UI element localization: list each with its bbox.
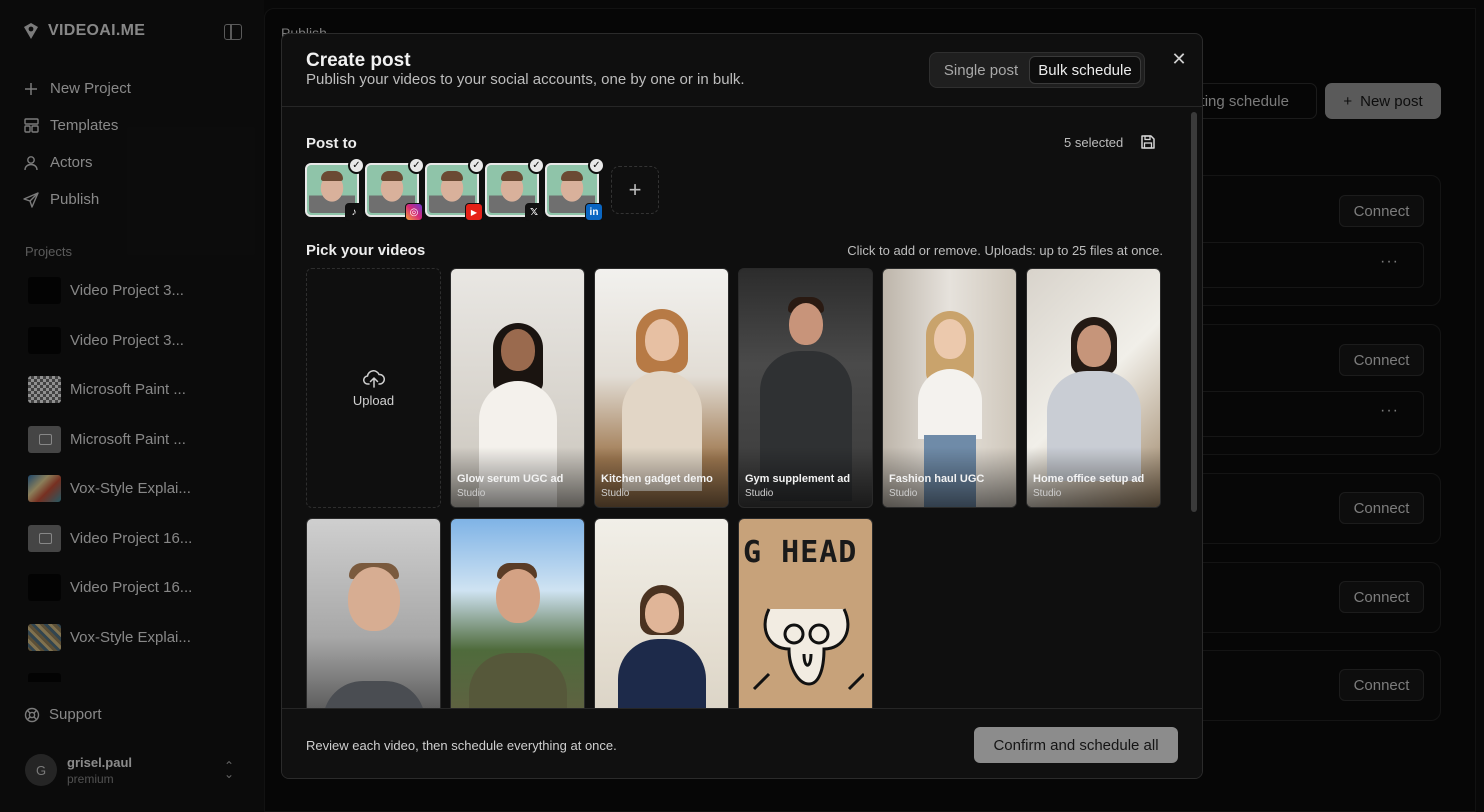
thumbnail-head <box>495 569 540 623</box>
modal-scrollbar[interactable] <box>1191 112 1197 512</box>
video-tile[interactable] <box>306 518 441 708</box>
video-source: Studio <box>457 488 486 499</box>
close-icon[interactable]: ✕ <box>1170 50 1188 68</box>
video-tile[interactable]: Kitchen gadget demo Studio <box>594 268 729 508</box>
create-post-modal: Create post Publish your videos to your … <box>281 33 1203 779</box>
video-tile[interactable]: Gym supplement ad Studio <box>738 268 873 508</box>
cloud-upload-icon <box>362 369 385 388</box>
video-tile[interactable]: Fashion haul UGC Studio <box>882 268 1017 508</box>
video-tile[interactable] <box>450 518 585 708</box>
instagram-icon: ◎ <box>405 203 423 221</box>
thumbnail-head <box>933 319 966 359</box>
check-icon: ✓ <box>408 157 425 174</box>
upload-label: Upload <box>352 392 395 408</box>
video-source: Studio <box>1033 488 1062 499</box>
thumbnail-torso <box>617 639 706 708</box>
video-grid: Upload Glow serum UGC ad Studio Kitchen … <box>306 268 1161 708</box>
video-caption: Fashion haul UGC Studio <box>889 473 984 499</box>
video-source: Studio <box>889 488 918 499</box>
account-x[interactable]: ✓ 𝕏 <box>485 157 545 221</box>
thumbnail-art-text: G HEAD <box>743 535 858 570</box>
account-instagram[interactable]: ✓ ◎ <box>365 157 425 221</box>
thumbnail-head <box>347 567 400 631</box>
video-tile[interactable]: Home office setup ad Studio <box>1026 268 1161 508</box>
video-title: Kitchen gadget demo <box>601 473 713 485</box>
video-tile[interactable]: Glow serum UGC ad Studio <box>450 268 585 508</box>
modal-title: Create post <box>306 50 411 71</box>
thumbnail-head <box>788 303 823 345</box>
doodle-art-icon <box>752 608 864 691</box>
video-title: Fashion haul UGC <box>889 473 985 485</box>
video-title: Gym supplement ad <box>745 473 851 485</box>
confirm-schedule-button[interactable]: Confirm and schedule all <box>974 727 1178 763</box>
tab-bulk-schedule[interactable]: Bulk schedule <box>1029 56 1141 84</box>
thumbnail-head <box>644 593 679 633</box>
check-icon: ✓ <box>528 157 545 174</box>
video-caption: Home office setup ad Studio <box>1033 473 1144 499</box>
post-mode-toggle: Single post Bulk schedule <box>929 52 1145 88</box>
check-icon: ✓ <box>588 157 605 174</box>
avatar-hair <box>441 171 463 181</box>
app: VIDEOAI.ME New Project Templates Actors … <box>0 0 1484 812</box>
tab-single-post[interactable]: Single post <box>933 56 1029 84</box>
youtube-icon: ▶ <box>465 203 483 221</box>
video-caption: Glow serum UGC ad Studio <box>457 473 563 499</box>
video-tile[interactable]: G HEAD <box>738 518 873 708</box>
video-caption: Gym supplement ad Studio <box>745 473 850 499</box>
x-icon: 𝕏 <box>525 203 543 221</box>
video-source: Studio <box>601 488 630 499</box>
modal-header: Create post Publish your videos to your … <box>282 34 1202 107</box>
thumbnail-head <box>644 319 679 361</box>
avatar-hair <box>561 171 583 181</box>
thumbnail-head <box>1076 325 1111 367</box>
modal-subtitle: Publish your videos to your social accou… <box>306 71 745 88</box>
thumbnail-head <box>500 329 535 371</box>
thumbnail-person <box>610 585 714 708</box>
avatar-hair <box>321 171 343 181</box>
account-tiktok[interactable]: ✓ ♪ <box>305 157 365 221</box>
account-linkedin[interactable]: ✓ in <box>545 157 605 221</box>
pick-videos-heading: Pick your videos <box>306 242 426 259</box>
post-to-heading: Post to <box>306 135 357 152</box>
video-source: Studio <box>745 488 774 499</box>
footer-hint: Review each video, then schedule everyth… <box>306 738 617 753</box>
upload-tile[interactable]: Upload <box>306 268 441 508</box>
check-icon: ✓ <box>348 157 365 174</box>
thumbnail-torso <box>468 653 567 708</box>
thumbnail-torso <box>917 369 982 439</box>
video-caption: Kitchen gadget demo Studio <box>601 473 713 499</box>
avatar-hair <box>381 171 403 181</box>
check-icon: ✓ <box>468 157 485 174</box>
modal-body: Post to 5 selected ✓ ♪ ✓ ◎ ✓ ▶ ✓ 𝕏 ✓ in … <box>282 108 1188 708</box>
thumbnail-person <box>319 559 429 708</box>
linkedin-icon: in <box>585 203 603 221</box>
account-selector: ✓ ♪ ✓ ◎ ✓ ▶ ✓ 𝕏 ✓ in + <box>305 157 659 221</box>
plus-icon: + <box>628 177 642 202</box>
save-icon[interactable] <box>1140 134 1156 150</box>
thumbnail-person <box>463 563 573 708</box>
avatar-hair <box>501 171 523 181</box>
add-account-button[interactable]: + <box>611 166 659 214</box>
tiktok-icon: ♪ <box>345 203 363 221</box>
pick-videos-hint: Click to add or remove. Uploads: up to 2… <box>847 243 1163 258</box>
video-tile[interactable] <box>594 518 729 708</box>
video-title: Glow serum UGC ad <box>457 473 564 485</box>
selected-count: 5 selected <box>1064 135 1124 150</box>
video-title: Home office setup ad <box>1033 473 1145 485</box>
account-youtube[interactable]: ✓ ▶ <box>425 157 485 221</box>
modal-footer: Review each video, then schedule everyth… <box>282 708 1202 778</box>
thumbnail-torso <box>322 681 425 708</box>
